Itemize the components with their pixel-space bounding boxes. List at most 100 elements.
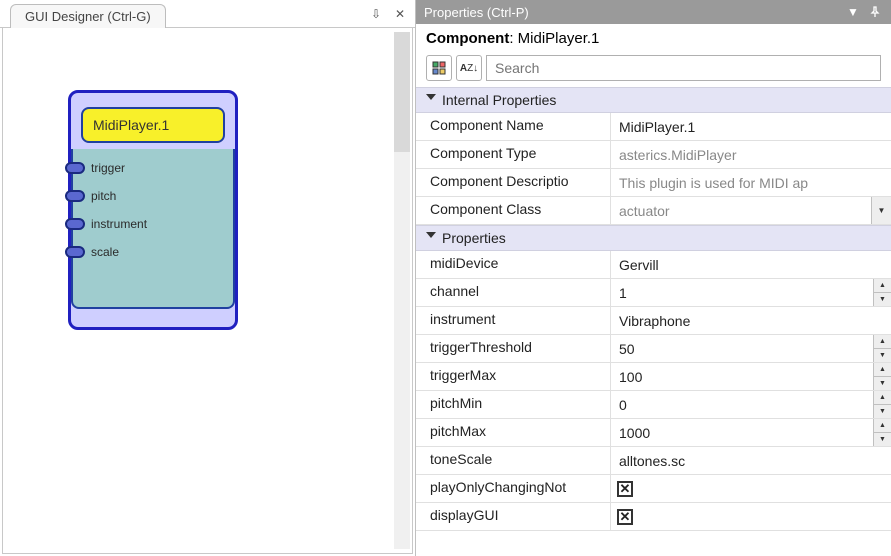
- prop-row-component-class: Component Class actuator ▼: [416, 197, 891, 225]
- spinner-up-icon[interactable]: ▲: [874, 279, 891, 293]
- prop-value-text: 50: [617, 337, 873, 361]
- prop-value-pitchmax[interactable]: 1000 ▲ ▼: [611, 419, 891, 446]
- undock-icon[interactable]: ⇩: [367, 5, 385, 23]
- prop-value-text: 100: [617, 365, 873, 389]
- scrollbar-vertical[interactable]: [394, 32, 410, 549]
- prop-value-component-description: This plugin is used for MIDI ap: [611, 169, 891, 196]
- tab-gui-designer[interactable]: GUI Designer (Ctrl-G): [10, 4, 166, 28]
- search-input[interactable]: [486, 55, 881, 81]
- properties-toolbar: AZ↓: [416, 53, 891, 87]
- prop-label: playOnlyChangingNot: [416, 475, 611, 502]
- prop-value-triggerthreshold[interactable]: 50 ▲ ▼: [611, 335, 891, 362]
- properties-titlebar: Properties (Ctrl-P) ▼: [416, 0, 891, 24]
- prop-row-tonescale: toneScale alltones.sc: [416, 447, 891, 475]
- prop-label: pitchMin: [416, 391, 611, 418]
- spinner-down-icon[interactable]: ▼: [874, 293, 891, 306]
- prop-value-tonescale[interactable]: alltones.sc: [611, 447, 891, 474]
- prop-value-playonlychangingnotes[interactable]: ✕: [611, 475, 891, 502]
- spinner-up-icon[interactable]: ▲: [874, 363, 891, 377]
- prop-label: pitchMax: [416, 419, 611, 446]
- spinner-control[interactable]: ▲ ▼: [873, 391, 891, 418]
- prop-row-pitchmax: pitchMax 1000 ▲ ▼: [416, 419, 891, 447]
- group-label: Properties: [442, 230, 506, 246]
- component-title: MidiPlayer.1: [81, 107, 225, 143]
- pin-icon[interactable]: [867, 4, 883, 20]
- prop-label: Component Type: [416, 141, 611, 168]
- spinner-control[interactable]: ▲ ▼: [873, 335, 891, 362]
- group-label: Internal Properties: [442, 92, 556, 108]
- prop-label: toneScale: [416, 447, 611, 474]
- port-pitch[interactable]: pitch: [79, 189, 116, 203]
- prop-value-text: 1000: [617, 421, 873, 445]
- prop-label: triggerThreshold: [416, 335, 611, 362]
- port-instrument[interactable]: instrument: [79, 217, 147, 231]
- prop-value-mididevice[interactable]: Gervill: [611, 251, 891, 278]
- prop-value-pitchmin[interactable]: 0 ▲ ▼: [611, 391, 891, 418]
- prop-label: Component Class: [416, 197, 611, 224]
- group-internal-properties[interactable]: Internal Properties: [416, 87, 891, 113]
- prop-label: triggerMax: [416, 363, 611, 390]
- spinner-up-icon[interactable]: ▲: [874, 419, 891, 433]
- group-properties[interactable]: Properties: [416, 225, 891, 251]
- prop-row-component-type: Component Type asterics.MidiPlayer: [416, 141, 891, 169]
- prop-label: displayGUI: [416, 503, 611, 530]
- spinner-control[interactable]: ▲ ▼: [873, 419, 891, 446]
- spinner-down-icon[interactable]: ▼: [874, 349, 891, 362]
- port-label: instrument: [91, 217, 147, 231]
- prop-value-text: MidiPlayer.1: [617, 115, 891, 139]
- prop-label: channel: [416, 279, 611, 306]
- dropdown-icon[interactable]: ▼: [845, 4, 861, 20]
- properties-table: Internal Properties Component Name MidiP…: [416, 87, 891, 556]
- prop-value-component-type: asterics.MidiPlayer: [611, 141, 891, 168]
- scrollbar-thumb[interactable]: [394, 32, 410, 152]
- spinner-down-icon[interactable]: ▼: [874, 433, 891, 446]
- canvas-component-midiplayer[interactable]: MidiPlayer.1 trigger pitch instrument s: [68, 90, 238, 330]
- combo-down-icon[interactable]: ▼: [871, 197, 891, 224]
- spinner-up-icon[interactable]: ▲: [874, 391, 891, 405]
- alpha-sort-button[interactable]: AZ↓: [456, 55, 482, 81]
- prop-label: midiDevice: [416, 251, 611, 278]
- port-dot-icon: [65, 218, 85, 230]
- prop-value-instrument[interactable]: Vibraphone: [611, 307, 891, 334]
- port-scale[interactable]: scale: [79, 245, 119, 259]
- prop-row-triggerthreshold: triggerThreshold 50 ▲ ▼: [416, 335, 891, 363]
- prop-row-instrument: instrument Vibraphone: [416, 307, 891, 335]
- close-icon[interactable]: ✕: [391, 5, 409, 23]
- component-label: Component: MidiPlayer.1: [416, 24, 891, 53]
- spinner-down-icon[interactable]: ▼: [874, 377, 891, 390]
- prop-value-text: actuator: [617, 199, 871, 223]
- spinner-control[interactable]: ▲ ▼: [873, 363, 891, 390]
- checkbox-checked-icon[interactable]: ✕: [617, 509, 633, 525]
- component-body: trigger pitch instrument scale: [71, 149, 235, 309]
- prop-label: Component Descriptio: [416, 169, 611, 196]
- prop-row-triggermax: triggerMax 100 ▲ ▼: [416, 363, 891, 391]
- component-label-value: MidiPlayer.1: [518, 30, 600, 47]
- prop-value-channel[interactable]: 1 ▲ ▼: [611, 279, 891, 306]
- prop-value-displaygui[interactable]: ✕: [611, 503, 891, 530]
- port-dot-icon: [65, 162, 85, 174]
- port-dot-icon: [65, 246, 85, 258]
- properties-panel: Properties (Ctrl-P) ▼ Component: MidiPla…: [415, 0, 891, 556]
- spinner-up-icon[interactable]: ▲: [874, 335, 891, 349]
- prop-value-component-name[interactable]: MidiPlayer.1: [611, 113, 891, 140]
- prop-label: instrument: [416, 307, 611, 334]
- spinner-control[interactable]: ▲ ▼: [873, 279, 891, 306]
- prop-row-component-description: Component Descriptio This plugin is used…: [416, 169, 891, 197]
- spinner-down-icon[interactable]: ▼: [874, 405, 891, 418]
- port-trigger[interactable]: trigger: [79, 161, 125, 175]
- categorized-button[interactable]: [426, 55, 452, 81]
- properties-title: Properties (Ctrl-P): [424, 5, 529, 20]
- prop-value-component-class[interactable]: actuator ▼: [611, 197, 891, 224]
- caret-down-icon: [426, 94, 436, 100]
- prop-row-component-name: Component Name MidiPlayer.1: [416, 113, 891, 141]
- prop-row-channel: channel 1 ▲ ▼: [416, 279, 891, 307]
- prop-row-displaygui: displayGUI ✕: [416, 503, 891, 531]
- prop-value-text: Gervill: [617, 253, 891, 277]
- checkbox-checked-icon[interactable]: ✕: [617, 481, 633, 497]
- designer-canvas[interactable]: MidiPlayer.1 trigger pitch instrument s: [2, 28, 413, 554]
- prop-label: Component Name: [416, 113, 611, 140]
- prop-value-triggermax[interactable]: 100 ▲ ▼: [611, 363, 891, 390]
- port-dot-icon: [65, 190, 85, 202]
- component-label-prefix: Component: [426, 30, 509, 47]
- port-label: scale: [91, 245, 119, 259]
